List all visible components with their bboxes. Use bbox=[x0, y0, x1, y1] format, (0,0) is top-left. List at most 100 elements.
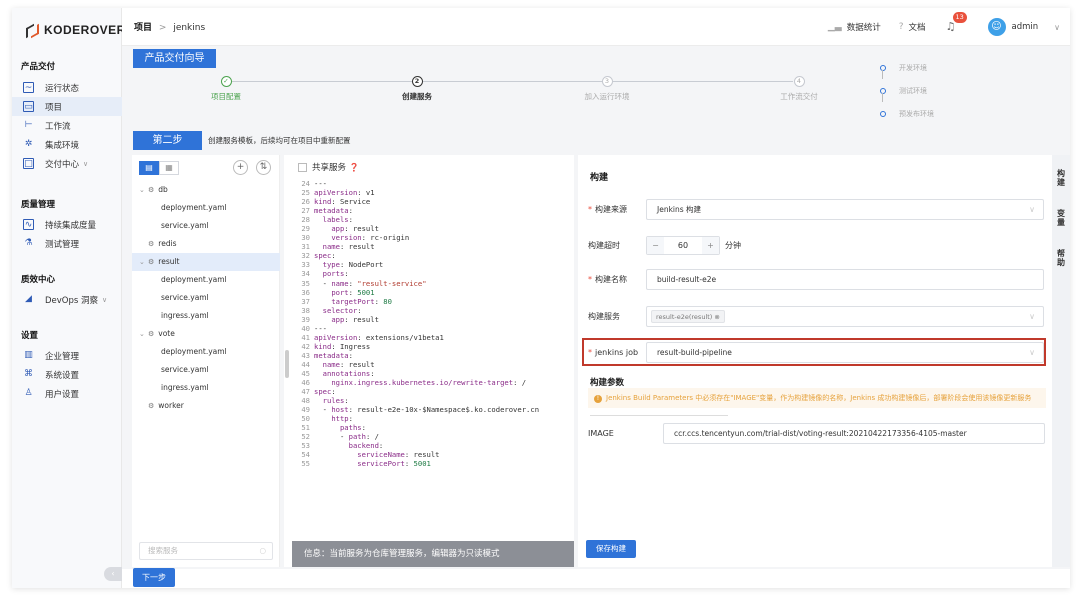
tree-file[interactable]: service.yaml bbox=[132, 361, 280, 379]
code-line: 28 labels: bbox=[296, 215, 566, 224]
sidebar-item-ci-metrics[interactable]: ∿ 持续集成度量 bbox=[12, 215, 122, 234]
sidebar-item-project[interactable]: ▭ 项目 bbox=[12, 97, 122, 116]
stats-link[interactable]: ▁▃ 数据统计 bbox=[828, 21, 881, 33]
tree-file[interactable]: deployment.yaml bbox=[132, 271, 280, 289]
notification-button[interactable]: ♫ 13 bbox=[944, 12, 967, 34]
nav-group-quality: 质量管理 ∿ 持续集成度量 ⚗ 测试管理 bbox=[12, 197, 122, 253]
tree-folder[interactable]: ⚙ worker bbox=[132, 397, 280, 415]
chevron-down-icon[interactable]: ⌄ bbox=[139, 181, 148, 199]
stage-description: 创建服务模板，后续均可在项目中重新配置 bbox=[208, 135, 351, 145]
step-workflow-delivery[interactable]: 4 工作流交付 bbox=[759, 76, 839, 102]
timeline-connector bbox=[882, 70, 883, 79]
list-view-tab[interactable]: ▤ bbox=[139, 161, 159, 175]
build-service-select[interactable]: result-e2e(result) ⊗ ∨ bbox=[646, 306, 1044, 327]
env-item: 测试环境 bbox=[880, 79, 934, 102]
env-label: 开发环境 bbox=[899, 63, 927, 72]
code-line: 39 app: result bbox=[296, 315, 566, 324]
sidebar-item-status[interactable]: ~ 运行状态 bbox=[12, 78, 122, 97]
line-number: 33 bbox=[301, 260, 310, 270]
line-text: apiVersion: v1 bbox=[314, 188, 375, 198]
sidebar-collapse-button[interactable]: ‹ bbox=[104, 567, 122, 581]
timeout-input[interactable]: 60 bbox=[664, 237, 702, 254]
code-line: 50 http: bbox=[296, 414, 566, 423]
tree-file[interactable]: deployment.yaml bbox=[132, 199, 280, 217]
sidebar-item-system-settings[interactable]: ⌘ 系统设置 bbox=[12, 365, 122, 384]
tab-build[interactable]: 构建 bbox=[1056, 169, 1066, 187]
logo[interactable]: KODEROVER bbox=[26, 22, 126, 38]
tree-folder[interactable]: ⌄ ⚙ result bbox=[132, 253, 280, 271]
param-image-input[interactable]: ccr.ccs.tencentyun.com/trial-dist/voting… bbox=[663, 423, 1045, 444]
sync-button[interactable]: ⇅ bbox=[256, 160, 271, 175]
jenkins-job-highlight bbox=[582, 338, 1046, 366]
help-icon[interactable]: ❓ bbox=[349, 163, 359, 172]
tree-file[interactable]: ingress.yaml bbox=[132, 307, 280, 325]
step-project-config[interactable]: ✓ 项目配置 bbox=[186, 76, 266, 102]
code-line: 41 apiVersion: extensions/v1beta1 bbox=[296, 333, 566, 342]
nav-group-title: 产品交付 bbox=[21, 62, 56, 72]
env-item: 预发布环境 bbox=[880, 102, 934, 125]
line-number: 31 bbox=[301, 242, 310, 252]
sidebar-item-enterprise[interactable]: ▥ 企业管理 bbox=[12, 346, 122, 365]
sidebar-item-label: 系统设置 bbox=[45, 370, 80, 381]
editor-scrollbar[interactable] bbox=[285, 350, 289, 378]
step-create-service[interactable]: 2 创建服务 bbox=[377, 76, 457, 102]
line-text: apiVersion: extensions/v1beta1 bbox=[314, 332, 444, 342]
tree-folder[interactable]: ⚙ redis bbox=[132, 235, 280, 253]
shared-service-checkbox[interactable]: 共享服务 ❓ bbox=[298, 161, 359, 173]
line-number: 42 bbox=[301, 341, 310, 351]
sidebar-item-test-management[interactable]: ⚗ 测试管理 bbox=[12, 234, 122, 253]
next-step-button[interactable]: 下一步 bbox=[133, 568, 175, 587]
checkbox[interactable] bbox=[298, 162, 307, 172]
tab-variables[interactable]: 变量 bbox=[1056, 209, 1066, 227]
shared-service-label: 共享服务 bbox=[312, 163, 347, 173]
line-number: 37 bbox=[301, 296, 310, 306]
nav-group-delivery: 产品交付 ~ 运行状态 ▭ 项目 ⊢ 工作流 ✲ 集成环境 □ 交付中心 ∨ bbox=[12, 59, 122, 173]
close-icon[interactable]: ⊗ bbox=[714, 313, 719, 321]
circle-icon bbox=[880, 87, 886, 94]
tree-file[interactable]: service.yaml bbox=[132, 289, 280, 307]
tree-folder[interactable]: ⌄ ⚙ db bbox=[132, 181, 280, 199]
decrement-button[interactable]: − bbox=[647, 237, 664, 254]
service-tag: result-e2e(result) ⊗ bbox=[651, 310, 725, 323]
sidebar-item-environment[interactable]: ✲ 集成环境 bbox=[12, 135, 122, 154]
tree-folder[interactable]: ⌄ ⚙ vote bbox=[132, 325, 280, 343]
increment-button[interactable]: + bbox=[702, 237, 719, 254]
line-number: 34 bbox=[301, 269, 310, 279]
code-editor[interactable]: 24 --- 25 apiVersion: v1 26 kind: Service 27 me… bbox=[296, 179, 566, 469]
docs-link[interactable]: ? 文档 bbox=[899, 21, 926, 33]
field-label: 构建超时 bbox=[588, 241, 620, 250]
bottom-bar: 下一步 bbox=[122, 568, 1070, 588]
line-text: rules: bbox=[322, 396, 349, 406]
tree-file[interactable]: service.yaml bbox=[132, 217, 280, 235]
tree-tools: + ⇅ bbox=[225, 160, 271, 175]
breadcrumb: 项目 > jenkins bbox=[134, 20, 205, 33]
breadcrumb-root[interactable]: 项目 bbox=[134, 23, 152, 33]
user-menu[interactable]: ☺ admin ∨ bbox=[987, 18, 1060, 36]
add-service-button[interactable]: + bbox=[233, 160, 248, 175]
line-text: metadata: bbox=[314, 206, 353, 216]
service-tree: ⌄ ⚙ db deployment.yaml service.yaml ⚙ redis ⌄ ⚙ r… bbox=[132, 181, 280, 415]
grid-view-tab[interactable]: ▦ bbox=[159, 161, 179, 175]
step-join-environment[interactable]: 3 加入运行环境 bbox=[567, 76, 647, 102]
sidebar-item-delivery-center[interactable]: □ 交付中心 ∨ bbox=[12, 154, 122, 173]
sidebar-item-label: 持续集成度量 bbox=[45, 220, 97, 231]
line-number: 48 bbox=[301, 396, 310, 406]
step-label: 项目配置 bbox=[211, 92, 241, 101]
tree-file[interactable]: ingress.yaml bbox=[132, 379, 280, 397]
chevron-down-icon[interactable]: ⌄ bbox=[139, 325, 148, 343]
tree-item-label: service.yaml bbox=[161, 365, 209, 374]
sidebar-item-user-settings[interactable]: ♙ 用户设置 bbox=[12, 384, 122, 403]
project-icon: ▭ bbox=[23, 101, 34, 112]
tree-file[interactable]: deployment.yaml bbox=[132, 343, 280, 361]
sidebar-item-workflow[interactable]: ⊢ 工作流 bbox=[12, 116, 122, 135]
tree-item-label: db bbox=[158, 185, 168, 194]
build-title: 构建 bbox=[590, 173, 609, 183]
build-source-select[interactable]: Jenkins 构建 ∨ bbox=[646, 199, 1044, 220]
plus-icon: + bbox=[236, 162, 245, 172]
chevron-down-icon[interactable]: ⌄ bbox=[139, 253, 148, 271]
sidebar-item-devops-insight[interactable]: ◢ DevOps 洞察 ∨ bbox=[12, 290, 122, 309]
save-build-button[interactable]: 保存构建 bbox=[586, 540, 636, 558]
build-name-input[interactable]: build-result-e2e bbox=[646, 269, 1044, 290]
tab-help[interactable]: 帮助 bbox=[1056, 249, 1066, 267]
service-search-input[interactable]: 搜索服务 ○ bbox=[139, 542, 273, 560]
